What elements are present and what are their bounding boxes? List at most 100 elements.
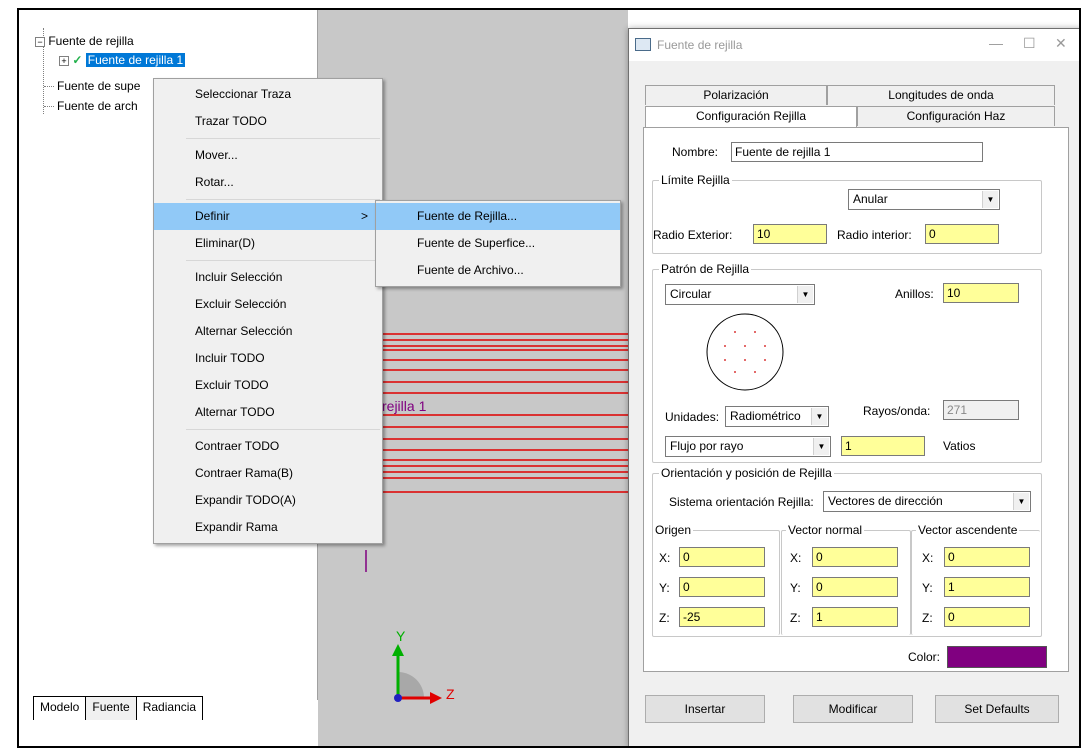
asc-y-input[interactable]: 1 xyxy=(944,577,1030,597)
tree-child-label[interactable]: Fuente de rejilla 1 xyxy=(85,53,186,67)
menu-item-incluir-todo[interactable]: Incluir TODO xyxy=(154,345,382,372)
asc-x-input[interactable]: 0 xyxy=(944,547,1030,567)
flujo-amount-input[interactable]: 1 xyxy=(841,436,925,456)
minimize-icon[interactable]: — xyxy=(989,35,1003,51)
menu-item-seleccionar-traza[interactable]: Seleccionar Traza xyxy=(154,81,382,108)
patron-rejilla-title: Patrón de Rejilla xyxy=(659,262,752,276)
menu-item-definir-label: Definir xyxy=(195,209,230,223)
submenu-arrow-icon: > xyxy=(360,209,368,223)
origen-y-input[interactable]: 0 xyxy=(679,577,765,597)
pattern-select[interactable]: Circular ▼ xyxy=(665,284,815,305)
sistema-select[interactable]: Vectores de dirección ▼ xyxy=(823,491,1031,512)
nombre-input[interactable]: Fuente de rejilla 1 xyxy=(731,142,983,162)
close-icon[interactable]: ✕ xyxy=(1055,35,1067,52)
asc-x-label: X: xyxy=(922,551,934,565)
origen-group: Origen X: 0 Y: 0 Z: -25 xyxy=(653,523,780,635)
dialog-titlebar[interactable]: Fuente de rejilla — ☐ ✕ xyxy=(629,29,1079,61)
limite-rejilla-title: Límite Rejilla xyxy=(659,173,732,187)
chevron-down-icon[interactable]: ▼ xyxy=(813,438,829,455)
menu-item-contraer-todo[interactable]: Contraer TODO xyxy=(154,433,382,460)
anillos-label: Anillos: xyxy=(895,287,934,301)
submenu-item-fuente-archivo[interactable]: Fuente de Archivo... xyxy=(376,257,620,284)
origen-z-input[interactable]: -25 xyxy=(679,607,765,627)
normal-y-input[interactable]: 0 xyxy=(812,577,898,597)
menu-item-excluir-todo[interactable]: Excluir TODO xyxy=(154,372,382,399)
menu-separator xyxy=(186,199,380,200)
menu-separator xyxy=(186,260,380,261)
maximize-icon[interactable]: ☐ xyxy=(1023,35,1036,52)
tree-child-grid-source[interactable]: + ✓ Fuente de rejilla 1 xyxy=(59,53,186,67)
bottom-tab-bar: Modelo Fuente Radiancia xyxy=(33,696,204,720)
origen-x-label: X: xyxy=(659,551,671,565)
normal-z-input[interactable]: 1 xyxy=(812,607,898,627)
asc-z-label: Z: xyxy=(922,611,933,625)
limite-rejilla-group: Límite Rejilla Anular ▼ Radio Exterior: … xyxy=(652,173,1042,254)
tab-radiancia[interactable]: Radiancia xyxy=(135,696,204,720)
menu-item-expandir-rama[interactable]: Expandir Rama xyxy=(154,514,382,541)
menu-item-alternar-todo[interactable]: Alternar TODO xyxy=(154,399,382,426)
set-defaults-button[interactable]: Set Defaults xyxy=(935,695,1059,723)
menu-item-excluir-seleccion[interactable]: Excluir Selección xyxy=(154,291,382,318)
normal-x-input[interactable]: 0 xyxy=(812,547,898,567)
menu-item-mover[interactable]: Mover... xyxy=(154,142,382,169)
expand-icon[interactable]: + xyxy=(59,56,69,66)
origen-y-label: Y: xyxy=(659,581,670,595)
menu-item-incluir-seleccion[interactable]: Incluir Selección xyxy=(154,264,382,291)
radio-exterior-input[interactable]: 10 xyxy=(753,224,827,244)
menu-separator xyxy=(186,429,380,430)
tab-polarizacion[interactable]: Polarización xyxy=(645,85,827,105)
menu-item-eliminar[interactable]: Eliminar(D) xyxy=(154,230,382,257)
radio-interior-label: Radio interior: xyxy=(837,228,912,242)
chevron-down-icon[interactable]: ▼ xyxy=(797,286,813,303)
menu-item-rotar[interactable]: Rotar... xyxy=(154,169,382,196)
chevron-down-icon[interactable]: ▼ xyxy=(982,191,998,208)
menu-item-alternar-seleccion[interactable]: Alternar Selección xyxy=(154,318,382,345)
tab-configuracion-haz[interactable]: Configuración Haz xyxy=(857,106,1055,126)
window-icon xyxy=(635,38,651,51)
color-swatch[interactable] xyxy=(947,646,1047,668)
asc-y-label: Y: xyxy=(922,581,933,595)
patron-rejilla-group: Patrón de Rejilla Circular ▼ Anillos: 10 xyxy=(652,262,1042,463)
vatios-label: Vatios xyxy=(943,439,976,453)
origen-x-input[interactable]: 0 xyxy=(679,547,765,567)
tree-item-file-source[interactable]: Fuente de arch xyxy=(57,99,138,113)
grid-pattern-preview xyxy=(706,313,784,391)
checkmark-icon: ✓ xyxy=(72,53,83,67)
menu-item-expandir-todo[interactable]: Expandir TODO(A) xyxy=(154,487,382,514)
asc-z-input[interactable]: 0 xyxy=(944,607,1030,627)
unidades-select[interactable]: Radiométrico ▼ xyxy=(725,406,829,427)
submenu-item-fuente-rejilla[interactable]: Fuente de Rejilla... xyxy=(376,203,620,230)
tab-longitudes-onda[interactable]: Longitudes de onda xyxy=(827,85,1055,105)
normal-x-label: X: xyxy=(790,551,802,565)
modificar-button[interactable]: Modificar xyxy=(793,695,913,723)
limite-shape-select[interactable]: Anular ▼ xyxy=(848,189,1000,210)
sistema-value: Vectores de dirección xyxy=(828,494,943,508)
menu-item-definir[interactable]: Definir > xyxy=(154,203,382,230)
chevron-down-icon[interactable]: ▼ xyxy=(811,408,827,425)
anillos-input[interactable]: 10 xyxy=(943,283,1019,303)
tree-root[interactable]: − Fuente de rejilla xyxy=(35,34,134,48)
context-menu: Seleccionar Traza Trazar TODO Mover... R… xyxy=(153,78,383,544)
normal-z-label: Z: xyxy=(790,611,801,625)
tab-fuente[interactable]: Fuente xyxy=(85,696,137,720)
collapse-icon[interactable]: − xyxy=(35,37,45,47)
pattern-value: Circular xyxy=(670,287,712,301)
submenu-item-fuente-superficie[interactable]: Fuente de Superfice... xyxy=(376,230,620,257)
flujo-select[interactable]: Flujo por rayo ▼ xyxy=(665,436,831,457)
radio-interior-input[interactable]: 0 xyxy=(925,224,999,244)
axis-y-label: Y xyxy=(396,628,406,644)
vector-normal-title: Vector normal xyxy=(786,523,865,537)
flujo-value: Flujo por rayo xyxy=(670,439,744,453)
color-label: Color: xyxy=(908,650,941,664)
chevron-down-icon[interactable]: ▼ xyxy=(1013,493,1029,510)
menu-item-contraer-rama[interactable]: Contraer Rama(B) xyxy=(154,460,382,487)
tree-item-surface-source[interactable]: Fuente de supe xyxy=(57,79,140,93)
tab-modelo[interactable]: Modelo xyxy=(33,696,87,720)
unidades-value: Radiométrico xyxy=(730,409,801,423)
menu-item-trazar-todo[interactable]: Trazar TODO xyxy=(154,108,382,135)
object-label: rejilla 1 xyxy=(382,398,427,414)
application-window: − Fuente de rejilla + ✓ Fuente de rejill… xyxy=(17,8,1081,748)
tab-configuracion-rejilla[interactable]: Configuración Rejilla xyxy=(645,106,857,127)
tree-root-label[interactable]: Fuente de rejilla xyxy=(48,34,133,48)
insertar-button[interactable]: Insertar xyxy=(645,695,765,723)
